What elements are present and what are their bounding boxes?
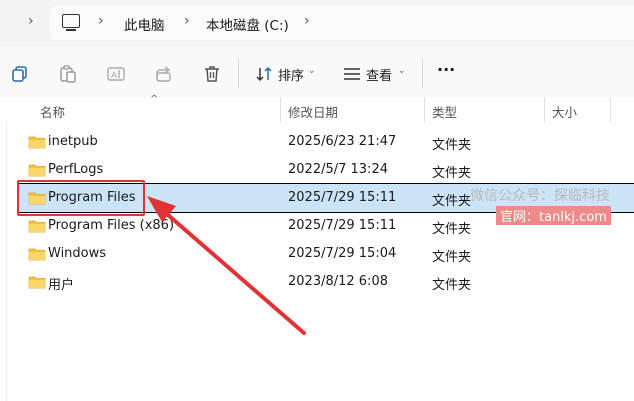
sort-label: 排序 [278, 69, 305, 84]
list-item[interactable]: inetpub 2025/6/23 21:47 文件夹 [18, 128, 634, 156]
file-type: 文件夹 [432, 222, 472, 237]
watermark-website: 官网：tanlkj.com [496, 206, 611, 225]
navigation-pane-edge [6, 98, 7, 401]
delete-icon[interactable] [202, 64, 222, 84]
file-modified: 2025/7/29 15:04 [288, 246, 397, 261]
breadcrumb-local-disk[interactable]: 本地磁盘 (C:) [206, 14, 289, 34]
chevron-right-icon[interactable]: › [304, 13, 310, 29]
sort-ascending-icon: ^ [150, 94, 159, 105]
view-icon [344, 68, 360, 80]
address-bar: › › 此电脑 › 本地磁盘 (C:) › [0, 0, 634, 46]
view-label: 查看 [366, 69, 393, 84]
file-type: 文件夹 [432, 278, 472, 293]
file-name: Windows [48, 246, 107, 261]
view-button[interactable]: 查看 ⌄ [342, 64, 406, 88]
column-size[interactable]: 大小 [552, 102, 577, 121]
file-modified: 2025/7/29 15:11 [288, 190, 397, 205]
file-modified: 2025/7/29 15:11 [288, 218, 397, 233]
sort-icon [256, 66, 272, 82]
file-name: PerfLogs [48, 162, 104, 177]
sort-button[interactable]: 排序 ⌄ [254, 64, 316, 88]
folder-icon [28, 248, 46, 261]
watermark-text: 微信公众号：探临科技 [470, 188, 610, 204]
folder-icon [28, 164, 46, 177]
file-type: 文件夹 [432, 194, 472, 209]
file-modified: 2025/6/23 21:47 [288, 134, 397, 149]
chevron-right-icon[interactable]: › [184, 13, 190, 29]
chevron-down-icon: ⌄ [308, 66, 316, 76]
breadcrumb-this-pc[interactable]: 此电脑 [124, 14, 165, 34]
file-type: 文件夹 [432, 166, 472, 181]
column-type[interactable]: 类型 [432, 102, 457, 121]
file-type: 文件夹 [432, 250, 472, 265]
column-header-row: ^ 名称 修改日期 类型 大小 [0, 94, 634, 122]
copy-icon[interactable] [10, 64, 30, 84]
folder-icon [28, 220, 46, 233]
file-name: Program Files (x86) [48, 218, 175, 233]
column-name[interactable]: 名称 [40, 102, 65, 121]
file-modified: 2023/8/12 6:08 [288, 274, 388, 289]
folder-icon [28, 276, 46, 289]
column-modified[interactable]: 修改日期 [288, 102, 338, 121]
chevron-down-icon: ⌄ [398, 66, 406, 76]
list-item[interactable]: 用户 2023/8/12 6:08 文件夹 [18, 268, 634, 296]
rename-icon[interactable]: A [106, 64, 126, 84]
share-icon[interactable] [154, 64, 174, 84]
paste-icon[interactable] [58, 64, 78, 84]
svg-text:A: A [111, 71, 118, 81]
toolbar-divider [422, 58, 423, 88]
column-divider[interactable] [544, 98, 545, 122]
chevron-right-icon: › [28, 13, 34, 29]
command-bar: A 排序 ⌄ 查看 ⌄ ··· [0, 46, 634, 99]
column-divider[interactable] [280, 98, 281, 122]
file-modified: 2022/5/7 13:24 [288, 162, 388, 177]
file-name: inetpub [48, 134, 98, 149]
more-options-button[interactable]: ··· [437, 60, 455, 79]
computer-icon[interactable] [62, 14, 80, 31]
file-type: 文件夹 [432, 138, 472, 153]
chevron-right-icon[interactable]: › [98, 13, 104, 29]
toolbar-divider [238, 58, 239, 88]
column-divider[interactable] [424, 98, 425, 122]
folder-icon [28, 136, 46, 149]
file-name: 用户 [48, 278, 75, 293]
highlight-box [17, 180, 145, 216]
list-item[interactable]: Windows 2025/7/29 15:04 文件夹 [18, 240, 634, 268]
column-divider[interactable] [610, 98, 611, 122]
